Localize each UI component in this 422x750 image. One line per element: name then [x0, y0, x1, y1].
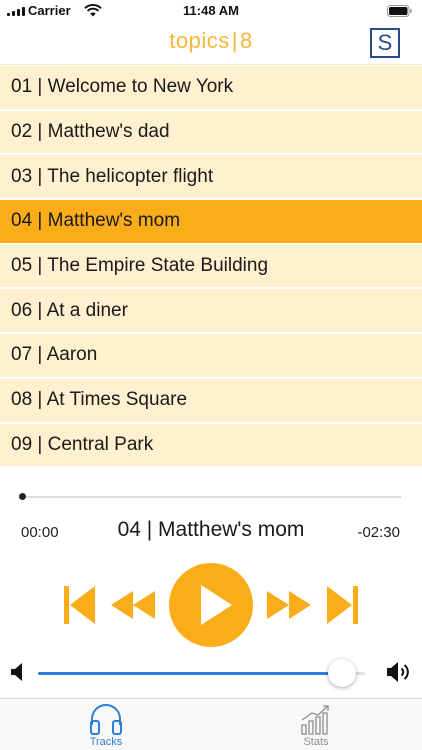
track-label: 07 | Aaron [11, 344, 98, 366]
progress-thumb[interactable] [19, 493, 26, 500]
skip-forward-icon[interactable] [326, 586, 358, 624]
tab-bar: Tracks Stats [0, 698, 422, 750]
track-label: 01 | Welcome to New York [11, 76, 234, 98]
skip-back-icon[interactable] [64, 586, 96, 624]
volume-high-icon [387, 662, 409, 682]
status-time: 11:48 AM [183, 3, 239, 18]
time-row: 00:00 04 | Matthew's mom -02:30 [0, 518, 422, 548]
app-logo: topics|8 [0, 28, 422, 54]
track-row[interactable]: 04 | Matthew's mom [0, 200, 422, 245]
track-label: 09 | Central Park [11, 433, 154, 455]
rewind-icon[interactable] [111, 591, 155, 619]
logo-word: topics [169, 28, 230, 53]
track-label: 02 | Matthew's dad [11, 121, 170, 143]
fast-forward-icon[interactable] [267, 591, 311, 619]
volume-fill [38, 672, 342, 675]
track-label: 05 | The Empire State Building [11, 255, 269, 277]
volume-row [0, 655, 422, 691]
progress-slider[interactable] [19, 493, 401, 500]
track-row[interactable]: 02 | Matthew's dad [0, 110, 422, 156]
app-header: topics|8 S [0, 22, 422, 65]
s-button[interactable]: S [370, 28, 400, 58]
logo-separator: | [231, 28, 238, 53]
track-list[interactable]: 01 | Welcome to New York 02 | Matthew's … [0, 66, 422, 468]
status-bar: Carrier 11:48 AM [0, 0, 422, 22]
track-label: 06 | At a diner [11, 299, 128, 321]
tab-tracks[interactable]: Tracks [66, 703, 146, 748]
tab-stats[interactable]: Stats [276, 703, 356, 748]
logo-number: 8 [239, 28, 253, 53]
battery-icon [387, 5, 412, 17]
volume-slider[interactable] [38, 659, 365, 687]
track-row[interactable]: 01 | Welcome to New York [0, 66, 422, 111]
headphones-icon [90, 704, 122, 735]
track-label: 08 | At Times Square [11, 389, 188, 411]
remaining-time: -02:30 [357, 524, 400, 541]
track-label: 03 | The helicopter flight [11, 165, 214, 187]
track-row[interactable]: 05 | The Empire State Building [0, 244, 422, 290]
play-button[interactable] [169, 563, 253, 647]
track-row[interactable]: 07 | Aaron [0, 334, 422, 379]
playback-controls [0, 562, 422, 650]
volume-thumb[interactable] [328, 659, 356, 687]
play-icon [201, 585, 232, 625]
tab-stats-label: Stats [303, 736, 329, 748]
tab-tracks-label: Tracks [89, 736, 123, 748]
track-row[interactable]: 06 | At a diner [0, 289, 422, 335]
track-label: 04 | Matthew's mom [11, 210, 181, 232]
track-row[interactable]: 08 | At Times Square [0, 378, 422, 424]
volume-low-icon [11, 663, 22, 681]
track-row[interactable]: 09 | Central Park [0, 423, 422, 468]
track-row[interactable]: 03 | The helicopter flight [0, 155, 422, 201]
bar-chart-icon [301, 705, 329, 735]
